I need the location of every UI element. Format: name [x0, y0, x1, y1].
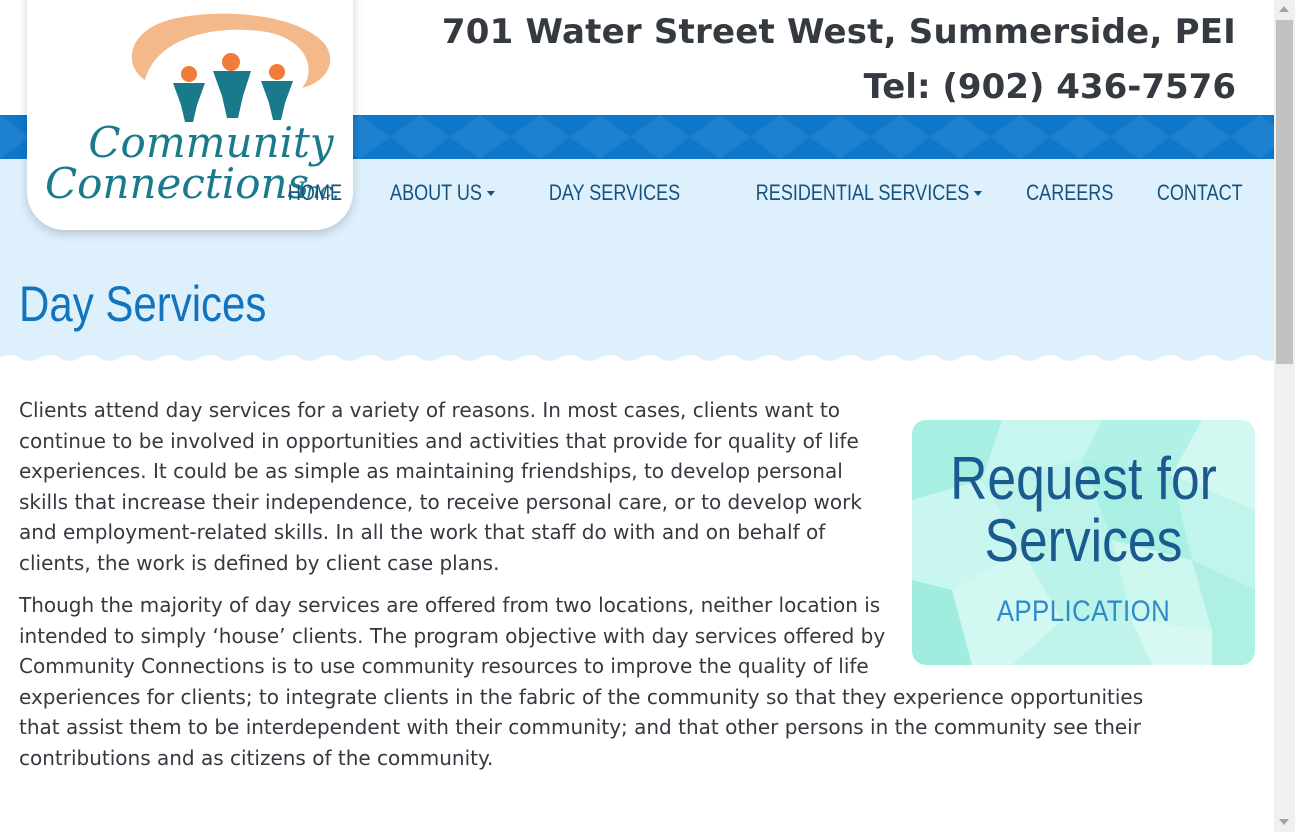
chevron-down-icon — [973, 190, 982, 196]
nav-residential-services[interactable]: RESIDENTIAL SERVICES — [755, 180, 982, 206]
nav-home[interactable]: HOME — [288, 180, 342, 206]
header-address: 701 Water Street West, Summerside, PEI — [441, 12, 1236, 52]
nav-about-us-label: ABOUT US — [390, 180, 483, 205]
nav-careers[interactable]: CAREERS — [1026, 180, 1113, 206]
page-scrollbar[interactable] — [1274, 0, 1295, 832]
request-card-title-line1: Request for — [950, 445, 1217, 512]
scroll-down-arrow-icon[interactable] — [1279, 819, 1289, 825]
scrollbar-thumb[interactable] — [1276, 20, 1293, 364]
scroll-up-arrow-icon[interactable] — [1279, 6, 1289, 12]
page: 701 Water Street West, Summerside, PEI T… — [0, 0, 1274, 832]
page-title: Day Services — [19, 276, 267, 332]
nav-residential-services-label: RESIDENTIAL SERVICES — [755, 180, 969, 205]
nav-contact-label: CONTACT — [1157, 180, 1243, 205]
hero-wave-edge — [0, 355, 1274, 366]
nav-day-services-label: DAY SERVICES — [549, 180, 681, 205]
nav-about-us[interactable]: ABOUT US — [390, 180, 496, 206]
nav-day-services[interactable]: DAY SERVICES — [549, 180, 680, 206]
request-card-subtitle: APPLICATION — [996, 595, 1171, 628]
header-phone[interactable]: Tel: (902) 436-7576 — [864, 67, 1236, 107]
chevron-down-icon — [487, 190, 496, 196]
main-nav: HOME ABOUT US DAY SERVICES RESIDENTIAL S… — [251, 180, 1243, 206]
nav-careers-label: CAREERS — [1026, 180, 1114, 205]
nav-home-label: HOME — [288, 180, 343, 205]
request-card-title-line2: Services — [984, 507, 1183, 574]
nav-contact[interactable]: CONTACT — [1157, 180, 1243, 206]
